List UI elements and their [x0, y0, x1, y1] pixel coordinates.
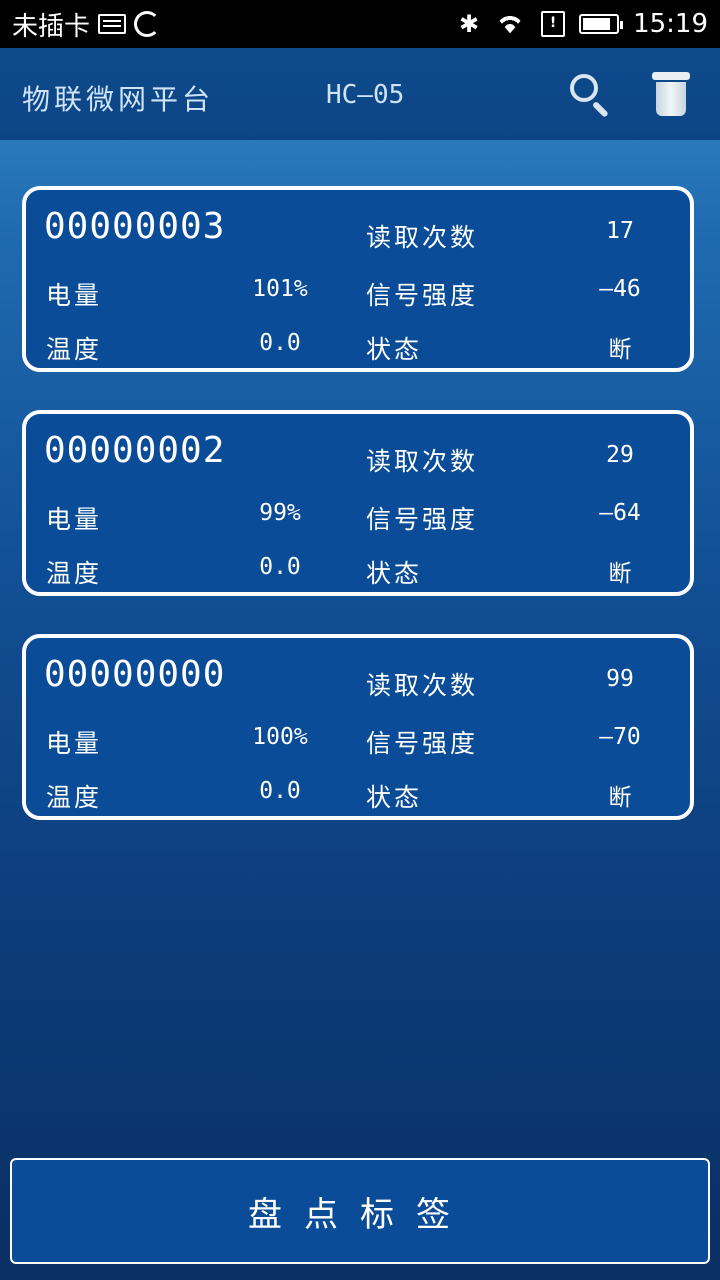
battery-value: 99%: [259, 500, 301, 526]
temperature-label: 温度: [46, 335, 103, 364]
tag-card[interactable]: 00000000 读取次数 99 电量 100% 信号强度 —70 温度 0.0…: [22, 634, 694, 820]
signal-value: —64: [599, 500, 641, 526]
battery-label: 电量: [46, 281, 103, 310]
read-count-label: 读取次数: [366, 671, 479, 700]
signal-label: 信号强度: [366, 281, 479, 310]
keyboard-icon: [98, 14, 127, 34]
battery-icon: [579, 14, 624, 34]
read-count-value: 17: [606, 218, 634, 244]
carrier-label: 未插卡: [12, 11, 91, 42]
tag-id: 00000003: [44, 206, 226, 247]
read-count-value: 99: [606, 666, 634, 692]
battery-value: 101%: [252, 276, 308, 302]
temperature-value: 0.0: [259, 778, 301, 804]
status-label: 状态: [366, 559, 423, 588]
temperature-label: 温度: [46, 783, 103, 812]
status-value: 断: [608, 337, 632, 363]
clock: 15:19: [633, 9, 708, 39]
battery-label: 电量: [46, 729, 103, 758]
device-name: HC—05: [326, 80, 405, 110]
sim-alert-icon: !: [541, 11, 566, 37]
trash-icon[interactable]: [648, 68, 694, 120]
read-count-label: 读取次数: [366, 223, 479, 252]
signal-value: —70: [599, 724, 641, 750]
signal-value: —46: [599, 276, 641, 302]
status-value: 断: [608, 785, 632, 811]
tag-card[interactable]: 00000002 读取次数 29 电量 99% 信号强度 —64 温度 0.0 …: [22, 410, 694, 596]
read-count-value: 29: [606, 442, 634, 468]
app-bar: 物联微网平台 HC—05: [0, 48, 720, 140]
signal-label: 信号强度: [366, 729, 479, 758]
status-bar: 未插卡 ✱ ! 15:19: [0, 0, 720, 48]
bluetooth-icon: ✱: [458, 10, 480, 38]
status-label: 状态: [366, 335, 423, 364]
app-title: 物联微网平台: [22, 83, 215, 116]
battery-value: 100%: [252, 724, 308, 750]
wifi-icon: [493, 13, 527, 35]
temperature-value: 0.0: [259, 330, 301, 356]
read-count-label: 读取次数: [366, 447, 479, 476]
tag-id: 00000000: [44, 654, 226, 695]
status-label: 状态: [366, 783, 423, 812]
tag-card[interactable]: 00000003 读取次数 17 电量 101% 信号强度 —46 温度 0.0…: [22, 186, 694, 372]
sync-icon: [134, 11, 161, 37]
tag-id: 00000002: [44, 430, 226, 471]
search-icon[interactable]: [566, 70, 614, 118]
temperature-label: 温度: [46, 559, 103, 588]
signal-label: 信号强度: [366, 505, 479, 534]
status-value: 断: [608, 561, 632, 587]
inventory-tags-button[interactable]: 盘点标签: [10, 1158, 710, 1264]
temperature-value: 0.0: [259, 554, 301, 580]
battery-label: 电量: [46, 505, 103, 534]
